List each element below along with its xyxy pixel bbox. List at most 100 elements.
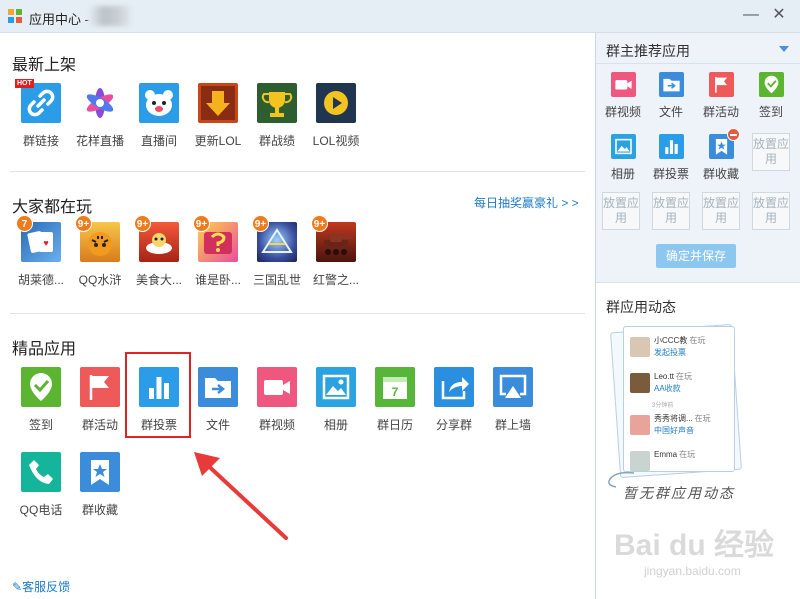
checkin-icon	[758, 72, 784, 97]
minimize-button[interactable]: —	[740, 4, 762, 26]
play-icon	[316, 83, 356, 123]
app-game-hulai[interactable]: 7 ♥ 胡莱德...	[13, 215, 69, 288]
download-arrow-icon	[198, 83, 238, 123]
folder-icon	[198, 367, 238, 407]
app-label: QQ水浒	[78, 273, 122, 287]
app-album[interactable]: 相册	[308, 367, 364, 433]
confirm-save-button[interactable]: 确定并保存	[656, 244, 736, 268]
app-qun-wall[interactable]: 群上墙	[485, 367, 541, 433]
rec-app-vote[interactable]: 群投票	[649, 134, 693, 182]
app-game-qqshuihu[interactable]: 9+ QQ水浒	[72, 215, 128, 288]
app-label: 群活动	[702, 105, 739, 119]
checkin-icon	[21, 367, 61, 407]
app-game-food[interactable]: 9+ 美食大...	[131, 215, 187, 288]
feed-item: Emma 在玩	[630, 449, 728, 477]
app-update-lol[interactable]: 更新LOL	[190, 83, 246, 149]
app-label: 谁是卧...	[194, 273, 241, 287]
rec-app-favorites[interactable]: 群收藏	[699, 128, 743, 182]
app-qun-favorites[interactable]: 群收藏	[72, 452, 128, 518]
section-divider	[10, 171, 585, 172]
app-share-group[interactable]: 分享群	[426, 367, 482, 433]
title-bar: 应用中心 - — ✕	[0, 0, 800, 33]
empty-app-slot[interactable]: 放置应用	[752, 192, 790, 230]
recommend-divider	[596, 63, 800, 64]
close-button[interactable]: ✕	[768, 4, 790, 26]
app-label: 群收藏	[81, 503, 118, 517]
avatar	[630, 373, 650, 393]
illustration-card: 小CCC教 在玩 发起投票 Leo.tt 在玩 AA收款 3分钟前 秀秀将调... 在…	[623, 326, 735, 472]
app-qun-record[interactable]: 群战绩	[249, 83, 305, 149]
section-title-featured: 精品应用	[12, 341, 77, 358]
dynamics-empty-text: 暂无群应用动态	[623, 486, 735, 502]
app-label: 美食大...	[135, 273, 182, 287]
bookmark-star-icon	[708, 128, 740, 159]
empty-app-slot[interactable]: 放置应用	[602, 192, 640, 230]
annotation-arrow	[194, 452, 288, 540]
app-qun-calendar[interactable]: 7 群日历	[367, 367, 423, 433]
empty-app-slot[interactable]: 放置应用	[702, 192, 740, 230]
hot-badge: HOT	[15, 79, 34, 88]
link-icon: HOT	[15, 79, 61, 123]
app-qun-link[interactable]: HOT 群链接	[13, 79, 69, 149]
screen-cast-icon	[493, 367, 533, 407]
customer-feedback-link[interactable]: ✎客服反馈	[12, 578, 70, 595]
app-label: 直播间	[140, 134, 177, 148]
app-game-whoisspy[interactable]: 9+ 谁是卧...	[190, 215, 246, 288]
notification-badge: 9+	[252, 215, 269, 232]
rec-app-video[interactable]: 群视频	[601, 72, 645, 120]
app-live-room[interactable]: 直播间	[131, 83, 187, 149]
svg-text:7: 7	[392, 385, 399, 399]
app-label: 群视频	[258, 418, 295, 432]
app-game-redalert[interactable]: 9+ 红警之...	[308, 215, 364, 288]
feed-time: 3分钟前	[652, 403, 674, 409]
app-label: 文件	[205, 418, 230, 432]
dynamics-empty-illustration: 小CCC教 在玩 发起投票 Leo.tt 在玩 AA收款 3分钟前 秀秀将调... 在…	[610, 323, 742, 479]
feed-item: 小CCC教 在玩 发起投票	[630, 335, 728, 363]
app-label: 群链接	[22, 134, 59, 148]
empty-app-slot[interactable]: 放置应用	[752, 133, 790, 171]
app-label: LOL视频	[312, 134, 360, 148]
recommend-panel: 群主推荐应用 群视频 文件 群活动 签到 相册 群投票 群收藏 放置应用 放置应…	[596, 33, 800, 283]
folder-icon	[658, 72, 684, 97]
avatar	[630, 337, 650, 357]
chevron-down-icon[interactable]	[779, 46, 789, 52]
rec-app-checkin[interactable]: 签到	[749, 72, 793, 120]
app-huayang-live[interactable]: 花样直播	[72, 83, 128, 149]
app-label: 群日历	[376, 418, 413, 432]
svg-text:♥: ♥	[43, 238, 48, 248]
app-lol-video[interactable]: LOL视频	[308, 83, 364, 149]
window-title: 应用中心 -	[29, 12, 89, 27]
feed-item: Leo.tt 在玩 AA收款	[630, 371, 728, 399]
sidebar: 群主推荐应用 群视频 文件 群活动 签到 相册 群投票 群收藏 放置应用 放置应…	[595, 33, 800, 599]
rec-app-file[interactable]: 文件	[649, 72, 693, 120]
image-icon	[316, 367, 356, 407]
app-label: 群收藏	[702, 167, 739, 181]
app-file[interactable]: 文件	[190, 367, 246, 433]
app-label: 群上墙	[494, 418, 531, 432]
app-checkin[interactable]: 签到	[13, 367, 69, 433]
game-food-icon: 9+	[134, 215, 179, 262]
rec-app-activity[interactable]: 群活动	[699, 72, 743, 120]
app-qun-video[interactable]: 群视频	[249, 367, 305, 433]
flag-icon	[708, 72, 734, 97]
video-icon	[610, 72, 636, 97]
empty-app-slot[interactable]: 放置应用	[652, 192, 690, 230]
baidu-jingyan-watermark: Bai du 经验 jingyan.baidu.com	[614, 529, 775, 578]
recommend-title: 群主推荐应用	[606, 43, 690, 59]
image-icon	[610, 134, 636, 159]
remove-icon[interactable]	[726, 128, 740, 141]
calendar-icon: 7	[375, 367, 415, 407]
daily-lottery-link[interactable]: 每日抽奖赢豪礼 > >	[474, 194, 579, 211]
game-whois-icon: 9+	[193, 215, 238, 262]
game-tiger-icon: 9+	[75, 215, 120, 262]
avatar	[630, 451, 650, 471]
share-icon	[434, 367, 474, 407]
bear-icon	[139, 83, 179, 123]
rec-app-album[interactable]: 相册	[601, 134, 645, 182]
game-poker-icon: 7 ♥	[16, 215, 61, 262]
app-label: 相册	[610, 167, 635, 181]
app-game-sanguo[interactable]: 9+ 三国乱世	[249, 215, 305, 288]
app-qun-activity[interactable]: 群活动	[72, 367, 128, 433]
app-qq-phone[interactable]: QQ电话	[13, 452, 69, 518]
avatar	[630, 415, 650, 435]
